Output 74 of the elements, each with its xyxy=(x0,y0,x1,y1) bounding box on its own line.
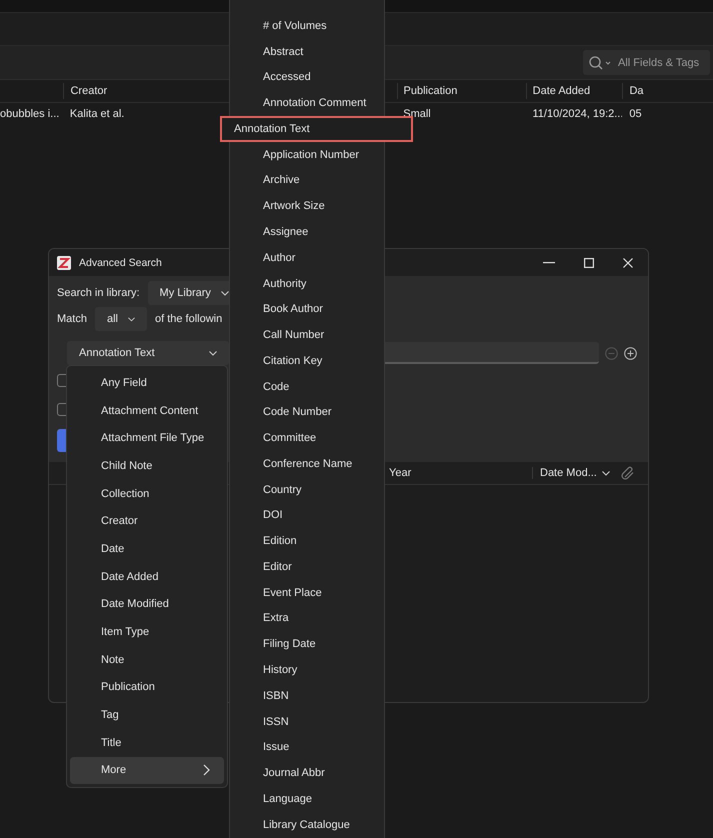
match-suffix: of the followin xyxy=(154,313,222,325)
library-label: Search in library: xyxy=(57,287,140,299)
menu-item[interactable]: Annotation Text xyxy=(220,116,413,142)
menu-item[interactable]: Journal Abbr xyxy=(230,760,384,786)
search-bar[interactable]: All Fields & Tags xyxy=(583,50,710,75)
column-header[interactable]: Publication xyxy=(404,85,458,97)
menu-item[interactable]: Issue xyxy=(230,734,384,760)
match-label: Match xyxy=(57,313,87,325)
menu-item[interactable]: Call Number xyxy=(230,322,384,348)
menu-item[interactable]: Conference Name xyxy=(230,451,384,477)
menu-item[interactable]: Publication xyxy=(70,674,224,702)
close-icon[interactable] xyxy=(623,258,633,268)
column-header[interactable]: Date Mod... xyxy=(540,467,610,479)
menu-item[interactable]: Library Catalogue xyxy=(230,812,384,838)
menu-item[interactable]: Assignee xyxy=(230,219,384,245)
table-cell: 05 xyxy=(629,108,642,120)
menu-item[interactable]: Creator xyxy=(70,507,224,536)
menu-item[interactable]: Item Type xyxy=(70,618,224,646)
menu-item[interactable]: Event Place xyxy=(230,580,384,606)
paperclip-icon[interactable] xyxy=(621,466,635,480)
menu-item[interactable]: Application Number xyxy=(230,142,384,168)
caret-icon xyxy=(209,350,217,356)
maximize-icon[interactable] xyxy=(584,258,594,268)
match-dropdown[interactable]: all xyxy=(94,307,147,331)
menu-item[interactable]: DOI xyxy=(230,502,384,528)
table-cell: 11/10/2024, 19:2... xyxy=(532,108,622,120)
menu-item[interactable]: More xyxy=(70,756,224,784)
menu-item[interactable]: Collection xyxy=(70,480,224,508)
menu-item[interactable]: Attachment Content xyxy=(70,396,224,424)
minimize-icon[interactable] xyxy=(543,262,555,264)
menu-item[interactable]: Code xyxy=(230,374,384,400)
menu-item[interactable]: # of Volumes xyxy=(230,13,384,39)
table-cell: obubbles i... xyxy=(0,108,60,120)
column-header[interactable]: Date Added xyxy=(532,85,590,97)
menu-item[interactable]: Date xyxy=(70,535,224,563)
chevron-icon xyxy=(203,764,210,776)
menu-item[interactable]: Abstract xyxy=(230,38,384,65)
menu-item[interactable]: Date Added xyxy=(70,562,224,590)
column-header[interactable]: Year xyxy=(389,467,412,479)
caret-icon xyxy=(220,290,229,296)
column-header[interactable]: Creator xyxy=(70,85,108,97)
caret-icon xyxy=(602,470,610,476)
menu-item[interactable]: Title xyxy=(70,728,224,757)
menu-item[interactable]: Date Modified xyxy=(70,590,224,618)
menu-item[interactable]: Citation Key xyxy=(230,348,384,374)
app-icon xyxy=(57,256,71,270)
menu-item[interactable]: Tag xyxy=(70,701,224,729)
menu-item[interactable]: Child Note xyxy=(70,452,224,480)
column-header[interactable]: Da xyxy=(629,85,644,97)
menu-item[interactable]: Committee xyxy=(230,425,384,452)
add-icon[interactable] xyxy=(624,346,637,360)
caret-icon xyxy=(128,316,135,322)
menu-item[interactable]: Country xyxy=(230,476,384,503)
menu-item[interactable]: Archive xyxy=(230,168,384,194)
menu-item[interactable]: Code Number xyxy=(230,399,384,426)
menu-item[interactable]: Note xyxy=(70,646,224,674)
menu-item[interactable]: Language xyxy=(230,786,384,812)
menu-item[interactable]: ISBN xyxy=(230,682,384,709)
menu-item[interactable]: Accessed xyxy=(230,64,384,90)
menu-item[interactable]: History xyxy=(230,657,384,683)
menu-item[interactable]: Editor xyxy=(230,554,384,580)
window-title: Advanced Search xyxy=(79,256,162,268)
field-dropdown[interactable]: Annotation Text xyxy=(67,341,229,365)
menu-item[interactable]: Edition xyxy=(230,528,384,554)
menu-item[interactable]: Extra xyxy=(230,606,384,632)
table-cell: Kalita et al. xyxy=(70,108,124,120)
menu-item[interactable]: Artwork Size xyxy=(230,193,384,220)
menu-item[interactable]: Author xyxy=(230,244,384,271)
menu-item[interactable]: Annotation Comment xyxy=(230,90,384,116)
menu-item[interactable]: Attachment File Type xyxy=(70,424,224,452)
search-input[interactable]: All Fields & Tags xyxy=(618,56,710,68)
menu-item[interactable]: ISSN xyxy=(230,708,384,734)
menu-item[interactable]: Any Field xyxy=(70,369,224,397)
menu-item[interactable]: Filing Date xyxy=(230,631,384,658)
